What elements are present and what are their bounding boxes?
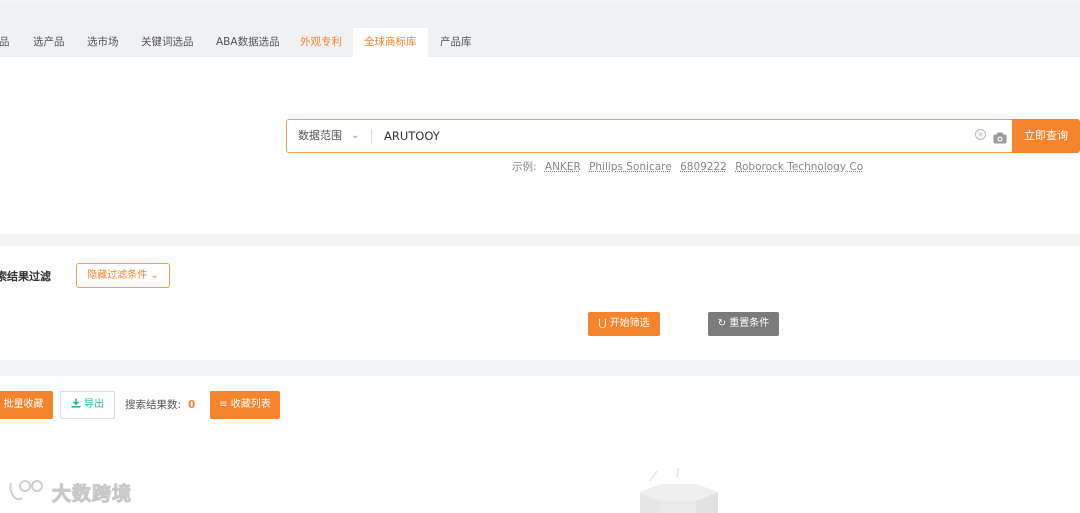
- results-panel: 批量收藏 导出 搜索结果数: 0 ≡ 收藏列表: [0, 376, 1080, 513]
- example-link[interactable]: ANKER: [545, 161, 581, 173]
- examples-label: 示例:: [512, 161, 537, 173]
- refresh-icon: ↻: [717, 318, 727, 329]
- watermark: 大数跨境: [8, 478, 132, 506]
- start-filter-label: 开始筛选: [609, 318, 650, 329]
- filter-icon: ⋃: [598, 318, 607, 329]
- search-box: 数据范围 ⌄ ×: [286, 119, 1012, 153]
- favorites-list-label: 收藏列表: [230, 399, 271, 410]
- example-link[interactable]: Roborock Technology Co: [735, 161, 863, 173]
- tab-aba-selection[interactable]: ABA数据选品: [216, 28, 280, 57]
- empty-box-icon: [630, 467, 725, 513]
- list-icon: ≡: [219, 399, 228, 410]
- divider: [371, 129, 372, 144]
- tab-partial-products[interactable]: 品: [0, 28, 10, 57]
- search-examples: 示例: ANKER Philips Sonicare 6809222 Robor…: [512, 159, 868, 174]
- filter-title: 索结果过滤: [0, 270, 51, 283]
- filter-panel: 索结果过滤 隐藏过滤条件 ⌄ ⋃ 开始筛选 ↻ 重置条件: [0, 246, 1080, 360]
- search-input[interactable]: [384, 126, 944, 146]
- search-panel: 数据范围 ⌄ × 立即查询 示例: ANKER Philips Sonicare…: [0, 57, 1080, 234]
- start-filter-button[interactable]: ⋃ 开始筛选: [588, 312, 660, 336]
- watermark-text: 大数跨境: [51, 482, 133, 505]
- search-button[interactable]: 立即查询: [1012, 119, 1080, 153]
- tab-select-products[interactable]: 选产品: [33, 28, 65, 57]
- export-label: 导出: [84, 399, 105, 410]
- tab-global-trademarks[interactable]: 全球商标库: [353, 28, 428, 57]
- result-count: 0: [188, 399, 196, 411]
- reset-label: 重置条件: [729, 318, 770, 329]
- watermark-logo-icon: [8, 478, 48, 506]
- hide-filter-button[interactable]: 隐藏过滤条件 ⌄: [76, 263, 170, 288]
- tab-product-library[interactable]: 产品库: [440, 28, 472, 57]
- clear-icon[interactable]: ×: [975, 129, 986, 140]
- download-icon: [71, 398, 84, 410]
- hide-filter-label: 隐藏过滤条件: [87, 270, 148, 281]
- top-nav-tabs: 品 选产品 选市场 关键词选品 ABA数据选品 外观专利 全球商标库 产品库: [0, 4, 1080, 57]
- reset-conditions-button[interactable]: ↻ 重置条件: [708, 312, 779, 336]
- tab-select-market[interactable]: 选市场: [87, 28, 119, 57]
- tab-keyword-selection[interactable]: 关键词选品: [141, 28, 194, 57]
- example-link[interactable]: 6809222: [680, 161, 727, 173]
- export-button[interactable]: 导出: [60, 391, 115, 419]
- data-scope-select[interactable]: 数据范围: [298, 120, 342, 152]
- result-count-label: 搜索结果数:: [125, 399, 182, 411]
- favorites-list-button[interactable]: ≡ 收藏列表: [210, 391, 280, 419]
- bulk-collect-button[interactable]: 批量收藏: [0, 391, 53, 419]
- example-link[interactable]: Philips Sonicare: [589, 161, 672, 173]
- tab-design-patents[interactable]: 外观专利: [300, 28, 342, 57]
- chevron-down-icon: ⌄: [150, 270, 159, 281]
- chevron-down-icon[interactable]: ⌄: [351, 120, 359, 152]
- camera-icon[interactable]: [993, 129, 1007, 148]
